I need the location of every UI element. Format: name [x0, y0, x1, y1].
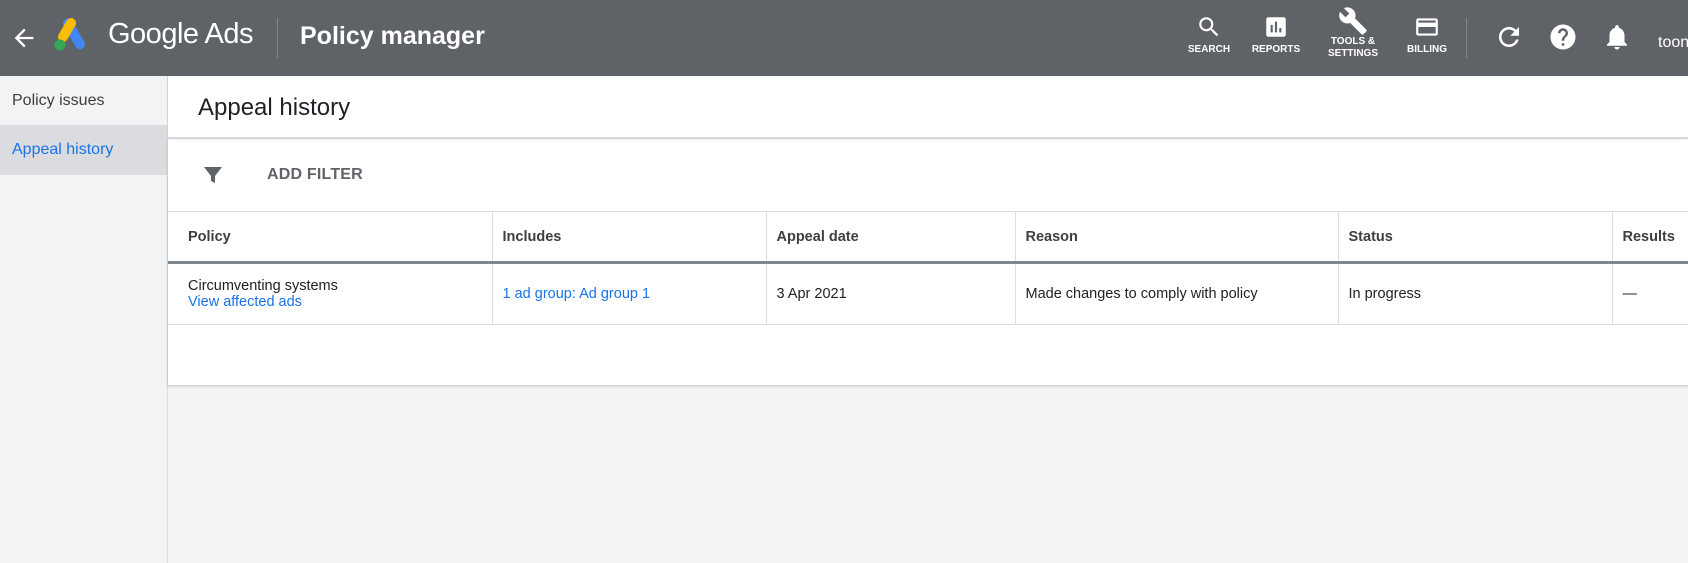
add-filter-button[interactable]: ADD FILTER: [267, 166, 363, 184]
sidebar: Policy issues Appeal history: [0, 76, 168, 563]
billing-button[interactable]: BILLING: [1401, 0, 1453, 76]
page-header: Appeal history: [168, 76, 1688, 138]
help-icon[interactable]: [1548, 22, 1578, 52]
tools-settings-button[interactable]: TOOLS & SETTINGS: [1322, 0, 1384, 76]
cell-reason: Made changes to comply with policy: [1015, 262, 1339, 325]
filter-icon[interactable]: [201, 163, 225, 187]
column-header-reason[interactable]: Reason: [1015, 212, 1339, 264]
search-button[interactable]: SEARCH: [1186, 0, 1232, 76]
column-header-appeal-date[interactable]: Appeal date: [766, 212, 1016, 264]
sidebar-item-policy-issues[interactable]: Policy issues: [0, 76, 167, 125]
column-header-status[interactable]: Status: [1338, 212, 1613, 264]
table-footer-space: [168, 325, 1688, 385]
policy-name: Circumventing systems: [188, 278, 338, 294]
page-title: Appeal history: [198, 94, 351, 121]
cell-policy: Circumventing systems View affected ads: [168, 262, 493, 325]
cell-includes: 1 ad group: Ad group 1: [492, 262, 767, 325]
credit-card-icon: [1416, 18, 1438, 36]
table-row: Circumventing systems View affected ads …: [168, 262, 1688, 325]
sidebar-item-label: Policy issues: [12, 91, 105, 109]
table-header-row: Policy Includes Appeal date Reason Statu…: [168, 212, 1688, 264]
search-button-label: SEARCH: [1187, 44, 1231, 55]
search-icon: [1199, 17, 1219, 37]
filter-bar: ADD FILTER: [168, 139, 1688, 212]
app-title: Policy manager: [300, 22, 485, 50]
wrench-icon: [1339, 7, 1367, 35]
column-header-includes[interactable]: Includes: [492, 212, 767, 264]
account-name[interactable]: toon: [1658, 34, 1688, 52]
back-arrow-icon[interactable]: [10, 24, 38, 52]
reports-icon: [1266, 17, 1286, 37]
main-content: Appeal history ADD FILTER Policy Include…: [168, 76, 1688, 385]
column-header-policy[interactable]: Policy: [168, 212, 493, 264]
tools-settings-label: TOOLS & SETTINGS: [1328, 36, 1378, 60]
header-divider: [277, 18, 278, 58]
sidebar-item-appeal-history[interactable]: Appeal history: [0, 125, 167, 175]
brand-name: Google Ads: [108, 18, 253, 50]
appeals-card: ADD FILTER Policy Includes Appeal date R…: [168, 139, 1688, 385]
cell-results: —: [1612, 262, 1688, 325]
reports-button-label: REPORTS: [1251, 44, 1301, 55]
cell-appeal-date: 3 Apr 2021: [766, 262, 1016, 325]
column-header-results[interactable]: Results: [1612, 212, 1688, 264]
bell-icon[interactable]: [1602, 22, 1632, 52]
appeal-history-table: Policy Includes Appeal date Reason Statu…: [168, 212, 1688, 325]
billing-button-label: BILLING: [1407, 44, 1447, 55]
refresh-icon[interactable]: [1494, 22, 1524, 52]
view-affected-ads-link[interactable]: View affected ads: [188, 294, 482, 310]
top-app-bar: Google Ads Policy manager SEARCH REPORTS…: [0, 0, 1688, 76]
includes-link[interactable]: 1 ad group: Ad group 1: [503, 286, 651, 302]
google-ads-logo-icon: [54, 18, 85, 51]
cell-status: In progress: [1338, 262, 1613, 325]
reports-button[interactable]: REPORTS: [1249, 0, 1303, 76]
tools-label-line2: SETTINGS: [1327, 48, 1378, 59]
tools-label-line1: TOOLS &: [1330, 36, 1376, 47]
sidebar-item-label: Appeal history: [12, 141, 114, 158]
header-divider-right: [1466, 18, 1467, 58]
